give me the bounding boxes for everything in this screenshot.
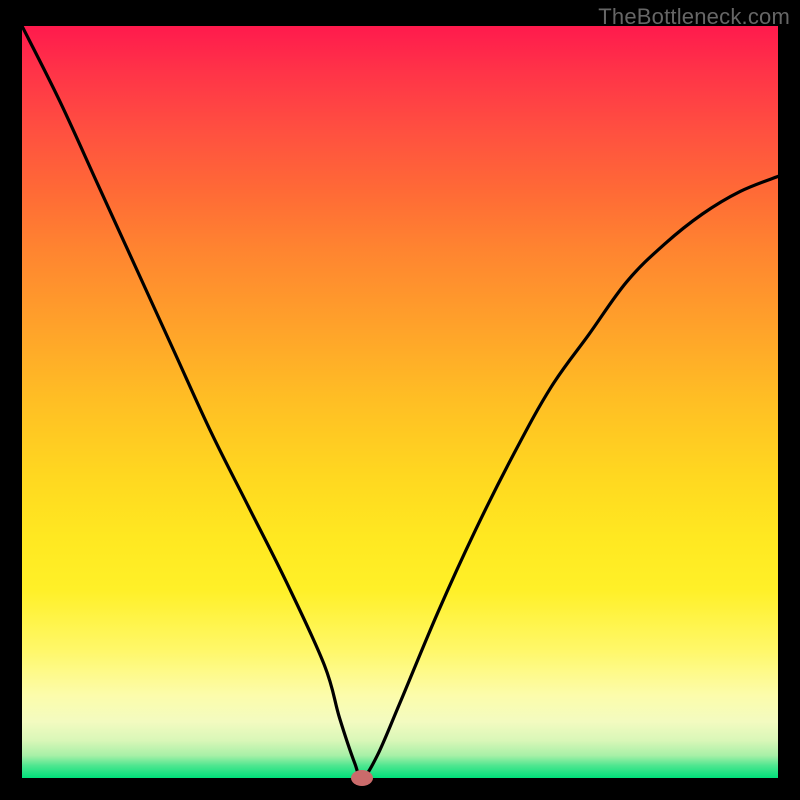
plot-area (22, 26, 778, 778)
bottleneck-curve (22, 26, 778, 778)
chart-frame: TheBottleneck.com (0, 0, 800, 800)
optimum-marker (351, 770, 373, 786)
watermark-text: TheBottleneck.com (598, 4, 790, 30)
